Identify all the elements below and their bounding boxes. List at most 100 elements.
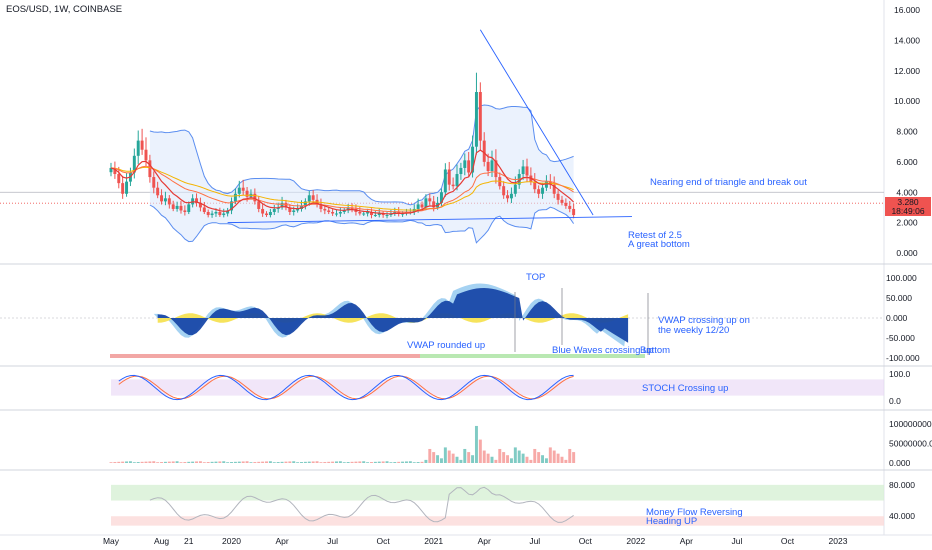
candle-body (152, 177, 156, 188)
volume-bar (533, 448, 537, 463)
volume-bar (498, 448, 502, 463)
chart-canvas[interactable]: 0.000 2.000 4.000 6.000 8.000 10.000 12.000 14.… (0, 0, 932, 550)
volume-bar (136, 462, 140, 463)
candle-body (338, 211, 342, 214)
volume-bar (167, 461, 171, 463)
candle-body (233, 193, 237, 202)
price-tick-label: 14.000 (894, 35, 920, 45)
volume-bar (323, 462, 327, 463)
volume-bar (202, 462, 206, 463)
candle-body (463, 160, 467, 168)
volume-bar (541, 455, 545, 463)
candle-body (272, 208, 276, 212)
time-tick-label: Apr (275, 536, 288, 546)
candle-body (513, 184, 517, 194)
waves-tick-label: 50.000 (886, 293, 912, 303)
volume-bar (506, 455, 510, 463)
mfi-low-band (111, 516, 884, 526)
candle-body (323, 208, 327, 211)
volume-bar (443, 447, 447, 463)
volume-bar (370, 462, 373, 463)
volume-bar (560, 456, 564, 463)
volume-bar (140, 461, 144, 463)
candle-body (140, 140, 144, 150)
volume-bar (572, 452, 576, 463)
volume-bar (346, 462, 350, 463)
time-tick-label: Oct (781, 536, 795, 546)
volume-bar (109, 462, 113, 463)
candle-body (358, 211, 362, 214)
volume-bar (241, 461, 245, 463)
time-tick-label: 21 (184, 536, 194, 546)
price-tick-label: 0.000 (896, 248, 918, 258)
candle-body (482, 140, 486, 162)
volume-bar (315, 461, 319, 463)
time-tick-label: Jul (731, 536, 742, 546)
waves-tick-label: 100.000 (886, 273, 917, 283)
mfi-high-band (111, 484, 884, 501)
volume-bar (206, 462, 210, 463)
volume-bar (408, 461, 412, 463)
candle-body (218, 211, 222, 216)
candle-body (175, 205, 179, 209)
volume-bar (428, 448, 432, 463)
wave-dark-area (157, 288, 629, 343)
price-tick-label: 2.000 (896, 218, 918, 228)
volume-bar (467, 452, 471, 463)
price-tick-label: 16.000 (894, 5, 920, 15)
volume-bar (412, 462, 416, 463)
volume-bar (354, 461, 358, 463)
candle-body (183, 210, 187, 212)
candle-body (292, 210, 296, 212)
candle-body (373, 215, 377, 217)
candle-body (467, 160, 471, 173)
candle-body (544, 181, 548, 188)
candle-body (537, 189, 541, 194)
time-tick-label: 2021 (424, 536, 443, 546)
volume-bar (537, 452, 541, 463)
volume-bar (548, 447, 552, 463)
wave-state-bar-red (110, 354, 420, 358)
volume-bar (276, 462, 280, 463)
volume-bar (230, 462, 233, 463)
volume-tick-label: 50000000.000 (889, 439, 932, 449)
candle-body (420, 204, 424, 208)
volume-bar (300, 462, 303, 463)
annotation-top: TOP (526, 272, 545, 283)
volume-bar (556, 453, 560, 463)
annotation-triangle-breakout: Nearing end of triangle and break out (650, 177, 807, 188)
candle-body (206, 211, 210, 216)
candle-body (474, 92, 478, 147)
volume-bar (198, 461, 202, 463)
volume-bar (121, 461, 125, 463)
price-tag-countdown: 18:49:06 (891, 206, 924, 216)
volume-bar (284, 461, 288, 463)
volume-bar (335, 461, 338, 463)
volume-bar (311, 461, 315, 463)
volume-bar (502, 452, 506, 463)
volume-bar (482, 450, 486, 463)
volume-bar (261, 461, 265, 463)
volume-bar (327, 461, 331, 463)
volume-bar (342, 462, 346, 463)
candle-body (502, 186, 506, 196)
volume-bar (183, 462, 187, 463)
volume-bar (125, 461, 129, 463)
candle-body (202, 207, 206, 212)
stoch-tick-label: 0.0 (889, 396, 901, 406)
volume-bar (544, 458, 548, 463)
volume-bar (494, 459, 498, 463)
volume-bar (350, 461, 354, 463)
candle-body (447, 169, 451, 185)
candle-body (222, 213, 226, 216)
time-tick-label: 2020 (222, 536, 241, 546)
volume-bar (568, 448, 572, 463)
price-tick-label: 12.000 (894, 66, 920, 76)
volume-bar (233, 461, 237, 463)
volume-bar (490, 456, 494, 463)
candle-body (506, 195, 510, 199)
volume-bar (529, 459, 533, 463)
candle-body (568, 205, 572, 209)
mfi-tick-label: 40.000 (889, 511, 915, 521)
time-tick-label: Oct (377, 536, 391, 546)
